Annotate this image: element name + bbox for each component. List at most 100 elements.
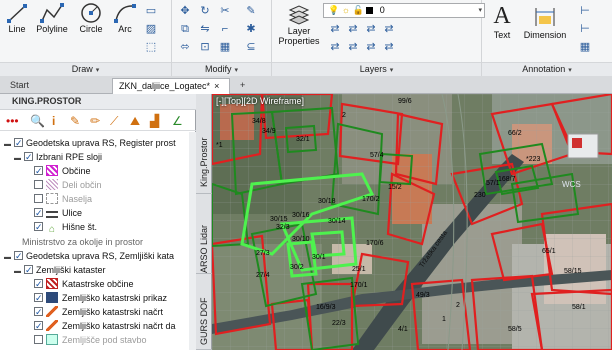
parcel-label: 30/18 xyxy=(318,198,336,205)
search-icon[interactable]: 🔍 xyxy=(30,114,45,128)
stretch-icon[interactable]: ⬄ xyxy=(178,40,192,54)
circle-tool[interactable]: Circle xyxy=(76,2,106,34)
tree-item-gurs-zk[interactable]: ▬Geodetska uprava RS, Zemljiški kata xyxy=(4,249,174,263)
rectangle-icon[interactable]: ▭ xyxy=(144,4,158,18)
erase-icon[interactable]: ✎ xyxy=(244,4,258,18)
mirror-icon[interactable]: ⇋ xyxy=(198,22,212,36)
tab-drawing-label: ZKN_daljiice_Logatec* xyxy=(119,81,211,91)
checkbox[interactable] xyxy=(14,249,23,263)
parcel-label: 15/2 xyxy=(388,184,402,191)
tree-item-gurs-register[interactable]: ▬Geodetska uprava RS, Register prost xyxy=(4,136,176,150)
checkbox[interactable] xyxy=(34,277,43,291)
checkbox[interactable] xyxy=(34,220,43,234)
annotation-panel-label[interactable]: Annotation ▾ xyxy=(482,62,612,76)
wcs-label[interactable]: WCS xyxy=(562,180,581,189)
explode-icon[interactable]: ✱ xyxy=(244,22,258,36)
checkbox[interactable] xyxy=(34,206,43,220)
modify-panel: ✥ ↻ ✂ ✎ ⧉ ⇋ ⌐ ✱ ⬄ ⊡ ▦ ⊆ Modify ▾ xyxy=(172,0,272,76)
leader-icon[interactable]: ⊢ xyxy=(578,22,592,36)
tree-item-mop[interactable]: Ministrstvo za okolje in prostor xyxy=(22,235,143,249)
tree-item-ulice[interactable]: Ulice xyxy=(34,206,82,220)
layer-previous-icon[interactable]: ⇄ xyxy=(346,40,360,54)
slope-icon[interactable]: ∠ xyxy=(172,114,183,128)
checkbox[interactable] xyxy=(34,335,43,344)
layer-freeze-icon[interactable]: ⇄ xyxy=(364,22,378,36)
tree-item-rpe-sloji[interactable]: ▬Izbrani RPE sloji xyxy=(14,150,102,164)
layer-match-icon[interactable]: ⇄ xyxy=(328,40,342,54)
text-tool[interactable]: A Text xyxy=(488,2,516,40)
tree-item-deli-obcin[interactable]: Deli občin xyxy=(34,178,102,192)
parcel-label: 30/1 xyxy=(312,254,326,261)
move-icon[interactable]: ✥ xyxy=(178,4,192,18)
dimension-tool[interactable]: Dimension xyxy=(520,2,570,40)
array-icon[interactable]: ▦ xyxy=(218,40,232,54)
close-icon[interactable]: × xyxy=(214,81,219,91)
lightbulb-icon: 💡 xyxy=(328,5,340,15)
side-tab-arso-lidar[interactable]: ARSO Lidar xyxy=(196,224,212,274)
side-tab-gurs-dof[interactable]: GURS DOF xyxy=(196,294,212,350)
checkbox[interactable] xyxy=(14,136,23,150)
hatch-icon[interactable]: ▨ xyxy=(144,22,158,36)
modify-panel-label[interactable]: Modify ▾ xyxy=(172,62,271,76)
chart-icon[interactable]: ▟ xyxy=(150,114,159,128)
side-tab-king-prostor[interactable]: King.Prostor xyxy=(196,132,212,194)
layer-lock-icon[interactable]: ⇄ xyxy=(382,22,396,36)
layer-off-icon[interactable]: ⇄ xyxy=(346,22,360,36)
text-tool-label: Text xyxy=(493,30,511,40)
parcel-label: 170/1 xyxy=(350,282,368,289)
layers-panel-label[interactable]: Layers ▾ xyxy=(272,62,481,76)
checkbox[interactable] xyxy=(34,291,43,305)
fillet-icon[interactable]: ⌐ xyxy=(218,22,232,36)
layer-isolate-icon[interactable]: ⇄ xyxy=(328,22,342,36)
layer-walk-icon[interactable]: ⇄ xyxy=(364,40,378,54)
checkbox[interactable] xyxy=(34,305,43,319)
panel-scrollbar[interactable] xyxy=(189,132,196,350)
tree-item-zemljisce-pod-stavbo[interactable]: Zemljišče pod stavbo xyxy=(34,333,147,347)
parcel-label: 58/1 xyxy=(572,304,586,311)
annotation-panel: A Text Dimension ⊢ ⊢ ▦ Annotation ▾ xyxy=(482,0,612,76)
table-icon[interactable]: ▦ xyxy=(578,40,592,54)
draw-panel-label[interactable]: Draw ▾ xyxy=(0,62,171,76)
tab-start[interactable]: Start xyxy=(4,78,112,94)
pencil-icon[interactable]: ✏ xyxy=(90,114,100,128)
checkbox[interactable] xyxy=(34,180,43,189)
layer-merge-icon[interactable]: ⇄ xyxy=(382,40,396,54)
measure-icon[interactable]: ⟋ xyxy=(110,114,118,128)
trim-icon[interactable]: ✂ xyxy=(218,4,232,18)
drawing-canvas[interactable]: [-][Top][2D Wireframe] WCS Tržaška cesta… xyxy=(212,94,612,350)
checkbox[interactable] xyxy=(34,319,43,333)
tree-item-zemljiski-kataster[interactable]: ▬Zemljiški kataster xyxy=(14,263,106,277)
linear-dim-icon[interactable]: ⊢ xyxy=(578,4,592,18)
tab-drawing[interactable]: ZKN_daljiice_Logatec* × xyxy=(112,78,230,94)
parcel-label: 230 xyxy=(474,192,486,199)
tree-item-obcine[interactable]: Občine xyxy=(34,164,91,178)
copy-icon[interactable]: ⧉ xyxy=(178,22,192,36)
checkbox[interactable] xyxy=(24,263,33,277)
profile-icon[interactable]: ⛰ xyxy=(130,114,140,128)
current-layer-dropdown[interactable]: 💡 ☼ 🔓 0 ▾ xyxy=(323,3,485,18)
parcel-label: 66/2 xyxy=(508,130,522,137)
tree-item-zk-prikaz[interactable]: Zemljiško katastrski prikaz xyxy=(34,291,167,305)
checkbox[interactable] xyxy=(24,150,33,164)
scale-icon[interactable]: ⊡ xyxy=(198,40,212,54)
edit-icon[interactable]: ✎ xyxy=(70,114,80,128)
dots-icon[interactable]: ••• xyxy=(6,114,19,128)
rotate-icon[interactable]: ↻ xyxy=(198,4,212,18)
zps-legend-icon xyxy=(46,334,58,345)
arc-tool[interactable]: Arc xyxy=(112,2,138,34)
tree-item-naselja[interactable]: Naselja xyxy=(34,192,92,206)
tree-item-zk-nacrt-da[interactable]: Zemljiško katastrski načrt da xyxy=(34,319,176,333)
tree-item-hisne-st[interactable]: ⌂Hišne št. xyxy=(34,220,97,235)
info-icon[interactable]: i xyxy=(52,114,55,128)
line-tool[interactable]: Line xyxy=(4,2,30,34)
tree-item-zk-nacrt[interactable]: Zemljiško katastrski načrt xyxy=(34,305,163,319)
polyline-tool[interactable]: Polyline xyxy=(33,2,71,34)
offset-icon[interactable]: ⊆ xyxy=(244,40,258,54)
tree-item-katastrske-obcine[interactable]: Katastrske občine xyxy=(34,277,134,291)
viewport-label[interactable]: [-][Top][2D Wireframe] xyxy=(216,96,304,106)
new-tab-button[interactable]: + xyxy=(234,78,254,94)
checkbox[interactable] xyxy=(34,194,43,203)
boundary-icon[interactable]: ⬚ xyxy=(144,40,158,54)
layer-properties-button[interactable]: Layer Properties xyxy=(276,2,322,46)
checkbox[interactable] xyxy=(34,164,43,178)
